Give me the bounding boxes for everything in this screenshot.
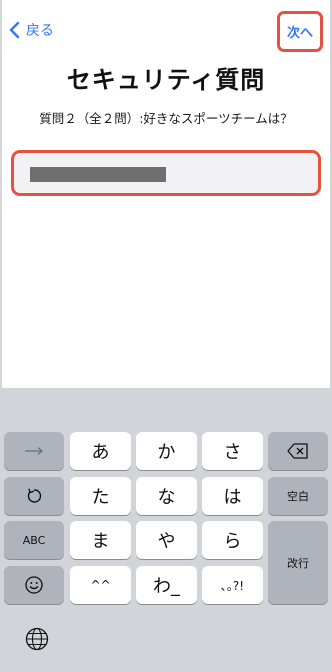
key-na[interactable]: な (136, 477, 197, 515)
back-label: 戻る (26, 23, 54, 39)
emoji-icon (25, 576, 43, 594)
key-ma[interactable]: ま (70, 521, 131, 559)
question-text: 質問２（全２問）:好きなスポーツチームは？ (39, 111, 293, 126)
key-emoticon[interactable]: ^^ (70, 566, 131, 604)
page-title: セキュリティ質問 (66, 66, 266, 94)
undo-icon (27, 488, 42, 503)
key-ha[interactable]: は (202, 477, 263, 515)
return-key[interactable]: 改行 (268, 521, 328, 604)
chevron-left-icon (9, 21, 20, 39)
key-ya[interactable]: や (136, 521, 197, 559)
undo-key[interactable] (4, 477, 64, 515)
delete-key[interactable] (268, 432, 328, 470)
answer-input[interactable] (11, 150, 321, 196)
navigation-bar: 戻る 次へ (0, 0, 332, 60)
next-candidate-key[interactable] (4, 432, 64, 470)
abc-key[interactable]: ABC (4, 521, 64, 559)
key-punctuation[interactable]: ､｡?! (202, 566, 263, 604)
key-sa[interactable]: さ (202, 432, 263, 470)
key-ka[interactable]: か (136, 432, 197, 470)
arrow-right-icon (25, 447, 43, 455)
backspace-icon (287, 443, 308, 459)
back-button[interactable]: 戻る (8, 20, 54, 40)
redacted-answer-text (30, 167, 166, 182)
globe-key[interactable] (24, 626, 50, 652)
key-ta[interactable]: た (70, 477, 131, 515)
globe-icon (25, 627, 49, 651)
space-key[interactable]: 空白 (268, 477, 328, 515)
emoji-key[interactable] (4, 566, 64, 604)
key-ra[interactable]: ら (202, 521, 263, 559)
key-wa[interactable]: わ_ (136, 566, 197, 604)
next-button[interactable]: 次へ (277, 11, 323, 52)
key-a[interactable]: あ (70, 432, 131, 470)
keyboard: あ か さ た な は 空白 ABC ま や ら 改行 ^^ わ_ ､｡?! (0, 388, 332, 672)
